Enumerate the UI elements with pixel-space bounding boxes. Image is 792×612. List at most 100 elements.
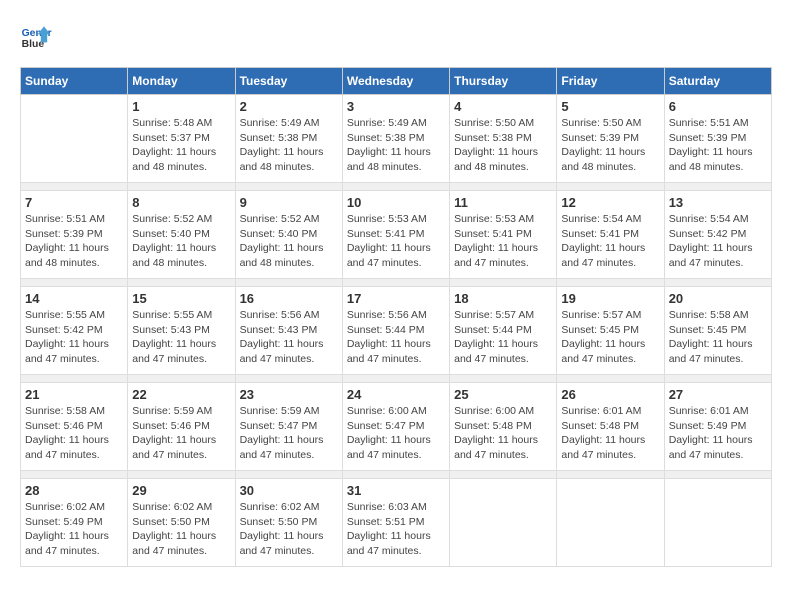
- day-number: 4: [454, 99, 552, 114]
- day-number: 9: [240, 195, 338, 210]
- header-friday: Friday: [557, 68, 664, 95]
- calendar-cell: 19Sunrise: 5:57 AM Sunset: 5:45 PM Dayli…: [557, 287, 664, 375]
- calendar-body: 1 Sunrise: 5:48 AM Sunset: 5:37 PM Daylig…: [21, 95, 772, 567]
- day-content: Sunrise: 5:49 AM Sunset: 5:38 PM Dayligh…: [347, 116, 445, 175]
- day-number: 7: [25, 195, 123, 210]
- day-number: 20: [669, 291, 767, 306]
- calendar-cell: 13Sunrise: 5:54 AM Sunset: 5:42 PM Dayli…: [664, 191, 771, 279]
- separator-cell: [664, 471, 771, 479]
- day-number: 6: [669, 99, 767, 114]
- separator-cell: [21, 471, 128, 479]
- separator-cell: [235, 471, 342, 479]
- week-separator: [21, 279, 772, 287]
- day-number: 30: [240, 483, 338, 498]
- week-row-4: 21Sunrise: 5:58 AM Sunset: 5:46 PM Dayli…: [21, 383, 772, 471]
- day-content: Sunrise: 5:55 AM Sunset: 5:42 PM Dayligh…: [25, 308, 123, 367]
- separator-cell: [342, 183, 449, 191]
- calendar-cell: 10Sunrise: 5:53 AM Sunset: 5:41 PM Dayli…: [342, 191, 449, 279]
- day-content: Sunrise: 6:00 AM Sunset: 5:48 PM Dayligh…: [454, 404, 552, 463]
- header-sunday: Sunday: [21, 68, 128, 95]
- day-content: Sunrise: 5:55 AM Sunset: 5:43 PM Dayligh…: [132, 308, 230, 367]
- calendar-table: SundayMondayTuesdayWednesdayThursdayFrid…: [20, 67, 772, 567]
- separator-cell: [342, 279, 449, 287]
- week-row-3: 14Sunrise: 5:55 AM Sunset: 5:42 PM Dayli…: [21, 287, 772, 375]
- separator-cell: [128, 183, 235, 191]
- day-content: Sunrise: 6:02 AM Sunset: 5:50 PM Dayligh…: [240, 500, 338, 559]
- calendar-cell: 14Sunrise: 5:55 AM Sunset: 5:42 PM Dayli…: [21, 287, 128, 375]
- week-separator: [21, 183, 772, 191]
- calendar-cell: 17 Sunrise: 5:56 AM Sunset: 5:44 PM Dayli…: [342, 287, 449, 375]
- calendar-cell: 7Sunrise: 5:51 AM Sunset: 5:39 PM Daylig…: [21, 191, 128, 279]
- header-row: SundayMondayTuesdayWednesdayThursdayFrid…: [21, 68, 772, 95]
- separator-cell: [557, 183, 664, 191]
- day-content: Sunrise: 5:57 AM Sunset: 5:44 PM Dayligh…: [454, 308, 552, 367]
- calendar-cell: 21Sunrise: 5:58 AM Sunset: 5:46 PM Dayli…: [21, 383, 128, 471]
- separator-cell: [235, 279, 342, 287]
- day-content: Sunrise: 5:48 AM Sunset: 5:37 PM Dayligh…: [132, 116, 230, 175]
- day-content: Sunrise: 5:53 AM Sunset: 5:41 PM Dayligh…: [454, 212, 552, 271]
- day-content: Sunrise: 5:51 AM Sunset: 5:39 PM Dayligh…: [669, 116, 767, 175]
- calendar-cell: 28Sunrise: 6:02 AM Sunset: 5:49 PM Dayli…: [21, 479, 128, 567]
- separator-cell: [664, 279, 771, 287]
- calendar-cell: 2Sunrise: 5:49 AM Sunset: 5:38 PM Daylig…: [235, 95, 342, 183]
- day-number: 29: [132, 483, 230, 498]
- calendar-cell: 20Sunrise: 5:58 AM Sunset: 5:45 PM Dayli…: [664, 287, 771, 375]
- calendar-cell: 3Sunrise: 5:49 AM Sunset: 5:38 PM Daylig…: [342, 95, 449, 183]
- separator-cell: [342, 471, 449, 479]
- day-content: Sunrise: 6:02 AM Sunset: 5:50 PM Dayligh…: [132, 500, 230, 559]
- separator-cell: [21, 279, 128, 287]
- day-content: Sunrise: 5:50 AM Sunset: 5:38 PM Dayligh…: [454, 116, 552, 175]
- calendar-cell: [450, 479, 557, 567]
- day-number: 24: [347, 387, 445, 402]
- day-content: Sunrise: 5:56 AM Sunset: 5:43 PM Dayligh…: [240, 308, 338, 367]
- calendar-cell: [21, 95, 128, 183]
- calendar-cell: 30 Sunrise: 6:02 AM Sunset: 5:50 PM Dayli…: [235, 479, 342, 567]
- week-row-2: 7Sunrise: 5:51 AM Sunset: 5:39 PM Daylig…: [21, 191, 772, 279]
- logo: General Blue: [20, 20, 36, 52]
- separator-cell: [21, 183, 128, 191]
- separator-cell: [450, 471, 557, 479]
- separator-cell: [235, 375, 342, 383]
- day-content: Sunrise: 6:01 AM Sunset: 5:49 PM Dayligh…: [669, 404, 767, 463]
- day-number: 23: [240, 387, 338, 402]
- day-content: Sunrise: 5:52 AM Sunset: 5:40 PM Dayligh…: [132, 212, 230, 271]
- day-number: 1: [132, 99, 230, 114]
- top-row: General Blue: [20, 20, 772, 57]
- day-number: 31: [347, 483, 445, 498]
- separator-cell: [235, 183, 342, 191]
- separator-cell: [557, 279, 664, 287]
- separator-cell: [557, 471, 664, 479]
- day-content: Sunrise: 6:03 AM Sunset: 5:51 PM Dayligh…: [347, 500, 445, 559]
- calendar-cell: 5Sunrise: 5:50 AM Sunset: 5:39 PM Daylig…: [557, 95, 664, 183]
- day-content: Sunrise: 5:58 AM Sunset: 5:46 PM Dayligh…: [25, 404, 123, 463]
- calendar-cell: 27Sunrise: 6:01 AM Sunset: 5:49 PM Dayli…: [664, 383, 771, 471]
- calendar-cell: 24Sunrise: 6:00 AM Sunset: 5:47 PM Dayli…: [342, 383, 449, 471]
- day-number: 17: [347, 291, 445, 306]
- header-thursday: Thursday: [450, 68, 557, 95]
- day-number: 25: [454, 387, 552, 402]
- separator-cell: [664, 375, 771, 383]
- header-tuesday: Tuesday: [235, 68, 342, 95]
- calendar-cell: 1 Sunrise: 5:48 AM Sunset: 5:37 PM Daylig…: [128, 95, 235, 183]
- day-content: Sunrise: 5:59 AM Sunset: 5:46 PM Dayligh…: [132, 404, 230, 463]
- header-saturday: Saturday: [664, 68, 771, 95]
- separator-cell: [128, 375, 235, 383]
- day-content: Sunrise: 6:01 AM Sunset: 5:48 PM Dayligh…: [561, 404, 659, 463]
- day-content: Sunrise: 5:59 AM Sunset: 5:47 PM Dayligh…: [240, 404, 338, 463]
- calendar-cell: 29 Sunrise: 6:02 AM Sunset: 5:50 PM Dayli…: [128, 479, 235, 567]
- calendar-cell: 4 Sunrise: 5:50 AM Sunset: 5:38 PM Daylig…: [450, 95, 557, 183]
- separator-cell: [450, 183, 557, 191]
- calendar-cell: 9 Sunrise: 5:52 AM Sunset: 5:40 PM Daylig…: [235, 191, 342, 279]
- calendar-cell: 16Sunrise: 5:56 AM Sunset: 5:43 PM Dayli…: [235, 287, 342, 375]
- day-content: Sunrise: 5:50 AM Sunset: 5:39 PM Dayligh…: [561, 116, 659, 175]
- separator-cell: [128, 471, 235, 479]
- calendar-cell: 12Sunrise: 5:54 AM Sunset: 5:41 PM Dayli…: [557, 191, 664, 279]
- separator-cell: [664, 183, 771, 191]
- calendar-cell: 18Sunrise: 5:57 AM Sunset: 5:44 PM Dayli…: [450, 287, 557, 375]
- day-number: 15: [132, 291, 230, 306]
- calendar-cell: 26Sunrise: 6:01 AM Sunset: 5:48 PM Dayli…: [557, 383, 664, 471]
- day-content: Sunrise: 5:52 AM Sunset: 5:40 PM Dayligh…: [240, 212, 338, 271]
- calendar-cell: 11Sunrise: 5:53 AM Sunset: 5:41 PM Dayli…: [450, 191, 557, 279]
- day-content: Sunrise: 5:56 AM Sunset: 5:44 PM Dayligh…: [347, 308, 445, 367]
- day-number: 19: [561, 291, 659, 306]
